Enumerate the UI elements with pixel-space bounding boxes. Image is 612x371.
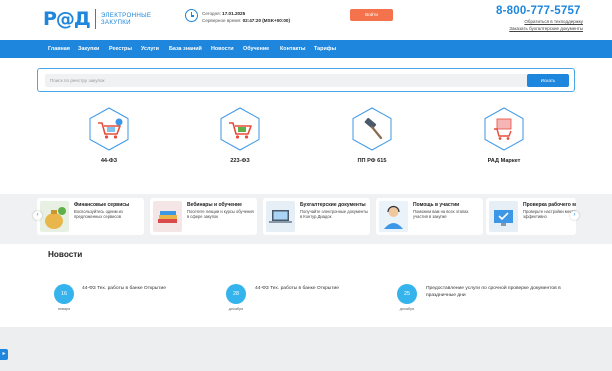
service-title: Проверка рабочего м	[523, 202, 576, 208]
cart-icon	[87, 107, 131, 151]
money-bag-icon	[40, 201, 69, 232]
footer-band	[0, 327, 612, 371]
news-heading: Новости	[48, 250, 83, 259]
category-label: РАД Маркет	[487, 158, 521, 164]
news-text[interactable]: 44-ФЗ Тех. работы в банке Открытие	[82, 285, 227, 292]
service-description: Поможем вам на всех этапах участия в зак…	[413, 209, 469, 220]
support-agent-icon	[379, 201, 408, 232]
main-nav: Главная Закупки Реестры Услуги База знан…	[0, 40, 612, 58]
today-value: 17.01.2025	[222, 11, 246, 16]
category-223fz[interactable]: 223-ФЗ	[210, 107, 270, 164]
logo-line-1: ЭЛЕКТРОННЫЕ	[100, 11, 152, 19]
category-44fz[interactable]: 44-ФЗ	[79, 107, 139, 164]
carousel-prev-icon[interactable]: ‹	[33, 211, 42, 220]
service-title: Помощь в участии	[413, 202, 460, 208]
logo-text: ЭЛЕКТРОННЫЕ ЗАКУПКИ	[101, 12, 151, 27]
logo-line-2: ЗАКУПКИ	[100, 19, 131, 26]
category-rad-market[interactable]: РАД Маркет	[474, 107, 534, 164]
service-card-workplace-check[interactable]: Проверка рабочего м Проверьте настройки …	[486, 198, 576, 235]
search-bar: Искать	[37, 68, 575, 92]
logo-mark: Р@Д	[43, 8, 91, 30]
news-date-month: декабря	[399, 307, 415, 311]
books-icon	[153, 201, 182, 232]
carousel-next-icon[interactable]: ›	[570, 211, 579, 220]
nav-item-tariffs[interactable]: Тарифы	[314, 40, 336, 58]
server-time-label: Серверное время:	[202, 18, 242, 23]
cart-icon	[218, 107, 262, 151]
service-title: Вебинары и обучение	[187, 202, 242, 208]
nav-item-contacts[interactable]: Контакты	[280, 40, 305, 58]
nav-item-news[interactable]: Новости	[211, 40, 234, 58]
nav-item-services[interactable]: Услуги	[141, 40, 159, 58]
service-description: Проверьте настройки места для эффективно	[523, 209, 576, 220]
login-button[interactable]: Войти	[350, 9, 393, 21]
nav-item-training[interactable]: Обучение	[243, 40, 269, 58]
news-date-day: 16	[54, 284, 74, 304]
logo-divider	[94, 9, 96, 29]
nav-item-knowledge-base[interactable]: База знаний	[169, 40, 202, 58]
shop-cart-icon	[482, 107, 526, 151]
service-card-accounting[interactable]: Бухгалтерские документы Получайте электр…	[263, 198, 370, 235]
service-card-assistance[interactable]: Помощь в участии Поможем вам на всех эта…	[376, 198, 483, 235]
service-card-webinars[interactable]: Вебинары и обучение Посетите лекции и ку…	[150, 198, 257, 235]
hammer-icon	[350, 107, 394, 151]
today-label: Сегодня:	[202, 11, 221, 16]
order-documents-link[interactable]: Заказать бухгалтерские документы	[503, 26, 583, 33]
service-description: Посетите лекции и курсы обучения в сфере…	[187, 209, 254, 220]
news-text[interactable]: 44-ФЗ Тех. работы в банке Открытие	[255, 285, 400, 292]
server-time-value: 02:47:20 (MSK+00:00)	[242, 18, 290, 23]
phone-number[interactable]: 8-800-777-5757	[496, 5, 581, 17]
header-links: Обратиться в техподдержку Заказать бухга…	[503, 19, 583, 32]
news-date-month: января	[57, 307, 71, 311]
news-date-month: декабря	[228, 307, 244, 311]
chat-widget-icon[interactable]: ▸	[0, 349, 8, 360]
news-date-day: 28	[226, 284, 246, 304]
service-title: Бухгалтерские документы	[300, 202, 366, 208]
laptop-icon	[266, 201, 295, 232]
news-date-day: 25	[397, 284, 417, 304]
clock-icon	[185, 9, 198, 22]
date-info: Сегодня: 17.01.2025 Серверное время: 02:…	[202, 10, 290, 24]
search-input[interactable]	[45, 74, 562, 87]
nav-item-purchases[interactable]: Закупки	[78, 40, 99, 58]
category-label: ПП РФ 615	[357, 158, 387, 164]
category-label: 223-ФЗ	[230, 158, 250, 164]
service-title: Финансовые сервисы	[74, 202, 130, 208]
service-description: Получайте электронные документы в Контур…	[300, 209, 368, 220]
category-pp-rf-615[interactable]: ПП РФ 615	[342, 107, 402, 164]
service-description: Воспользуйтесь одним из предложенных сер…	[74, 209, 123, 220]
computer-check-icon	[489, 201, 518, 232]
site-header: Р@Д ЭЛЕКТРОННЫЕ ЗАКУПКИ Сегодня: 17.01.2…	[0, 0, 612, 40]
nav-item-registries[interactable]: Реестры	[109, 40, 132, 58]
news-text[interactable]: Предоставление услуги по срочной проверк…	[426, 285, 576, 299]
category-label: 44-ФЗ	[100, 158, 118, 164]
service-card-finance[interactable]: Финансовые сервисы Воспользуйтесь одним …	[37, 198, 144, 235]
logo[interactable]: Р@Д ЭЛЕКТРОННЫЕ ЗАКУПКИ	[43, 8, 151, 30]
nav-item-home[interactable]: Главная	[48, 40, 70, 58]
search-button[interactable]: Искать	[527, 74, 569, 87]
